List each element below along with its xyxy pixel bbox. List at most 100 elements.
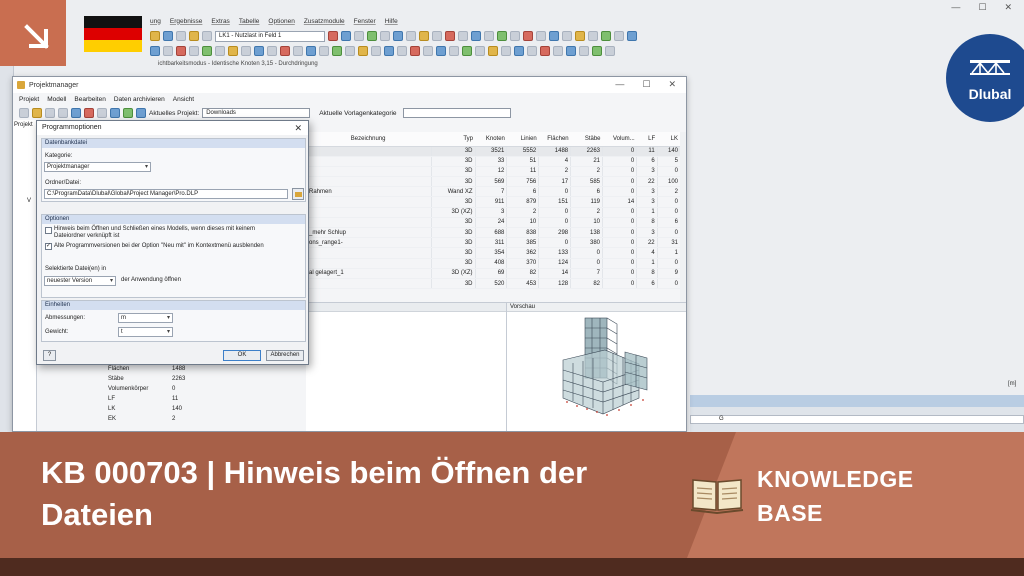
- pm-menu-item[interactable]: Daten archivieren: [114, 96, 165, 103]
- close-icon[interactable]: ✕: [668, 79, 676, 90]
- tool-icon[interactable]: [475, 46, 485, 56]
- menu-item[interactable]: Extras: [211, 18, 229, 25]
- maximize-icon[interactable]: ☐: [978, 2, 986, 13]
- table-row[interactable]: ons_range1- 3D 311 385 0 380 0 22 31: [305, 237, 680, 249]
- tool-icon[interactable]: [445, 31, 455, 41]
- table-row[interactable]: 3D 408 370 124 0 0 1 0: [305, 258, 680, 269]
- tool-icon[interactable]: [202, 46, 212, 56]
- tool-icon[interactable]: [527, 46, 537, 56]
- tool-icon[interactable]: [380, 31, 390, 41]
- tool-icon[interactable]: [601, 31, 611, 41]
- table-row[interactable]: 3D 354 362 133 0 0 4 1: [305, 247, 680, 259]
- tool-icon[interactable]: [540, 46, 550, 56]
- tool-icon[interactable]: [358, 46, 368, 56]
- tool-icon[interactable]: [605, 46, 615, 56]
- tool-icon[interactable]: [553, 46, 563, 56]
- tool-icon[interactable]: [575, 31, 585, 41]
- tool-icon[interactable]: [267, 46, 277, 56]
- tool-icon[interactable]: [163, 46, 173, 56]
- tool-icon[interactable]: [458, 31, 468, 41]
- cancel-button[interactable]: Abbrechen: [266, 350, 304, 361]
- tool-icon[interactable]: [497, 31, 507, 41]
- close-icon[interactable]: ✕: [1004, 2, 1012, 13]
- ok-button[interactable]: OK: [223, 350, 261, 361]
- tool-icon[interactable]: [501, 46, 511, 56]
- menu-item[interactable]: Optionen: [268, 18, 294, 25]
- tool-icon[interactable]: [189, 46, 199, 56]
- tool-icon[interactable]: [549, 31, 559, 41]
- pm-menu-item[interactable]: Modell: [47, 96, 66, 103]
- tree-tab[interactable]: V: [13, 128, 36, 204]
- table-row[interactable]: 3D 911 879 151 119 14 3 0: [305, 196, 680, 208]
- tree-tab[interactable]: Projekt: [13, 120, 36, 128]
- pm-menu-item[interactable]: Bearbeiten: [74, 96, 105, 103]
- tool-icon[interactable]: [150, 46, 160, 56]
- column-header[interactable]: Stäbe: [570, 132, 603, 147]
- current-project-select[interactable]: Downloads: [202, 108, 311, 118]
- tool-icon[interactable]: [627, 31, 637, 41]
- table-row[interactable]: 3D 12 11 2 2 0 3 0: [305, 166, 680, 178]
- tool-icon[interactable]: [562, 31, 572, 41]
- tool-icon[interactable]: [592, 46, 602, 56]
- category-select[interactable]: Projektmanager: [44, 162, 151, 172]
- close-icon[interactable]: ✕: [294, 121, 302, 135]
- delete-icon[interactable]: [84, 108, 94, 118]
- version-select[interactable]: neuester Version: [44, 276, 116, 286]
- tool-icon[interactable]: [215, 46, 225, 56]
- tool-icon[interactable]: [280, 46, 290, 56]
- column-header[interactable]: Knoten: [475, 132, 507, 147]
- options-icon[interactable]: [136, 108, 146, 118]
- tool-icon[interactable]: [436, 46, 446, 56]
- minimize-icon[interactable]: —: [951, 2, 960, 13]
- hide-old-versions-checkbox[interactable]: ✓: [45, 243, 52, 250]
- load-case-select[interactable]: LK1 - Nutzlast in Feld 1: [215, 30, 325, 42]
- tool-icon[interactable]: [484, 31, 494, 41]
- print-icon[interactable]: [176, 31, 186, 41]
- column-header[interactable]: Typ: [431, 132, 476, 147]
- tool-icon[interactable]: [419, 31, 429, 41]
- tool-icon[interactable]: [488, 46, 498, 56]
- tool-icon[interactable]: [228, 46, 238, 56]
- tool-icon[interactable]: [345, 46, 355, 56]
- tool-icon[interactable]: [176, 46, 186, 56]
- table-row[interactable]: Rahmen Wand XZ 7 6 0 6 0 3 2: [305, 186, 680, 198]
- minimize-icon[interactable]: —: [615, 79, 624, 90]
- tool-icon[interactable]: [579, 46, 589, 56]
- menu-item[interactable]: Hilfe: [385, 18, 398, 25]
- table-row[interactable]: 3D (XZ) 3 2 0 2 0 1 0: [305, 207, 680, 218]
- menu-item[interactable]: Fenster: [354, 18, 376, 25]
- save-icon[interactable]: [163, 31, 173, 41]
- results-icon[interactable]: [202, 31, 212, 41]
- tool-icon[interactable]: [462, 46, 472, 56]
- tool-icon[interactable]: [332, 46, 342, 56]
- table-row[interactable]: al gelagert_1 3D (XZ) 69 82 14 7 0 8 9: [305, 268, 680, 279]
- tool-icon[interactable]: [566, 46, 576, 56]
- tool-icon[interactable]: [110, 108, 120, 118]
- tool-icon[interactable]: [241, 46, 251, 56]
- dimensions-unit-select[interactable]: m: [118, 313, 173, 323]
- tool-icon[interactable]: [371, 46, 381, 56]
- tool-icon[interactable]: [254, 46, 264, 56]
- tool-icon[interactable]: [432, 31, 442, 41]
- tool-icon[interactable]: [523, 31, 533, 41]
- tool-icon[interactable]: [97, 108, 107, 118]
- help-icon[interactable]: ?: [43, 350, 56, 361]
- menu-item[interactable]: Zusatzmodule: [304, 18, 345, 25]
- next-icon[interactable]: [341, 31, 351, 41]
- new-icon[interactable]: [19, 108, 29, 118]
- open-icon[interactable]: [32, 108, 42, 118]
- table-row[interactable]: 3D 33 51 4 21 0 6 5: [305, 156, 680, 167]
- tool-icon[interactable]: [423, 46, 433, 56]
- menu-item[interactable]: Tabelle: [239, 18, 260, 25]
- maximize-icon[interactable]: ☐: [642, 79, 650, 90]
- tool-icon[interactable]: [393, 31, 403, 41]
- column-header[interactable]: Flächen: [538, 132, 571, 147]
- table-row[interactable]: 3D 520 453 128 82 0 6 0: [305, 278, 680, 290]
- tool-icon[interactable]: [367, 31, 377, 41]
- prev-icon[interactable]: [328, 31, 338, 41]
- coordinate-field[interactable]: G: [690, 415, 1024, 424]
- project-tree[interactable]: Projekt V: [13, 120, 37, 431]
- view-icon[interactable]: [189, 31, 199, 41]
- tool-icon[interactable]: [510, 31, 520, 41]
- table-icon[interactable]: [123, 108, 133, 118]
